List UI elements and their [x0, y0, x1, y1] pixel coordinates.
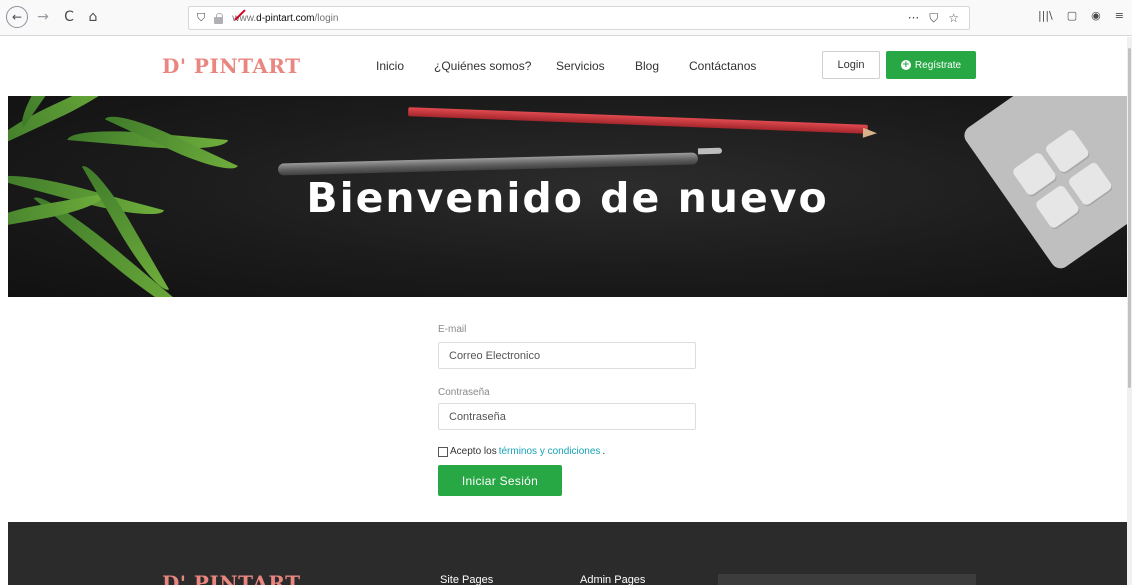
footer-admin-pages-heading: Admin Pages — [580, 574, 646, 585]
nav-link-quienes-somos[interactable]: ¿Quiénes somos? — [434, 59, 531, 73]
insecure-lock-icon[interactable] — [213, 8, 246, 24]
site-logo[interactable]: D' PINTART — [162, 54, 301, 78]
terms-suffix: . — [602, 446, 606, 457]
forward-button[interactable]: → — [34, 6, 52, 28]
account-icon[interactable]: ◉ — [1091, 9, 1101, 22]
email-field[interactable] — [438, 342, 696, 369]
footer-logo[interactable]: D' PINTART — [162, 571, 301, 585]
terms-prefix: Acepto los — [450, 446, 497, 457]
toolbar-right: |||\ ▢ ◉ ≡ — [1038, 9, 1124, 22]
terms-checkbox[interactable] — [438, 446, 448, 457]
home-icon: ⌂ — [88, 9, 98, 25]
browser-toolbar: ← → C ⌂ ⛉ www.d-pintart.com/login ··· ⛉ … — [0, 0, 1132, 36]
site-footer: D' PINTART Site Pages Admin Pages — [8, 522, 1127, 585]
sidebar-icon[interactable]: ▢ — [1067, 9, 1077, 22]
url-bar[interactable]: ⛉ www.d-pintart.com/login ··· ⛉ ☆ — [188, 6, 970, 30]
site-header: D' PINTART Inicio ¿Quiénes somos? Servic… — [0, 37, 1127, 96]
tracking-shield-icon[interactable]: ⛉ — [197, 11, 205, 25]
nav-link-contactanos[interactable]: Contáctanos — [689, 59, 756, 73]
page-actions-icon[interactable]: ··· — [908, 11, 919, 26]
forward-arrow-icon: → — [37, 9, 49, 25]
email-label: E-mail — [438, 324, 467, 335]
url-text[interactable]: www.d-pintart.com/login — [232, 13, 338, 24]
password-field[interactable] — [438, 403, 696, 430]
url-actions: ··· ⛉ ☆ — [908, 11, 959, 26]
hero-title: Bienvenido de nuevo — [306, 174, 829, 222]
gray-pen-image — [277, 152, 699, 176]
back-button[interactable]: ← — [6, 6, 28, 28]
register-button-label: Regístrate — [914, 59, 962, 71]
bookmark-star-icon[interactable]: ☆ — [948, 11, 959, 26]
login-button[interactable]: Login — [822, 51, 880, 79]
plus-circle-icon: + — [900, 60, 911, 70]
reload-icon: C — [64, 9, 74, 25]
password-label: Contraseña — [438, 387, 490, 398]
nav-link-blog[interactable]: Blog — [635, 59, 659, 73]
register-button[interactable]: + Regístrate — [886, 51, 976, 79]
red-pencil-image — [407, 107, 869, 134]
footer-site-pages-heading: Site Pages — [440, 574, 494, 585]
terms-row: Acepto los términos y condiciones . — [438, 446, 605, 457]
footer-panel — [718, 574, 976, 585]
back-arrow-icon: ← — [11, 10, 23, 24]
library-icon[interactable]: |||\ — [1038, 9, 1053, 22]
menu-icon[interactable]: ≡ — [1115, 9, 1124, 22]
terms-link[interactable]: términos y condiciones — [499, 446, 601, 457]
pocket-icon[interactable]: ⛉ — [929, 11, 938, 26]
hero-banner: Bienvenido de nuevo — [8, 96, 1127, 297]
reload-button[interactable]: C — [60, 6, 78, 28]
login-submit-button[interactable]: Iniciar Sesión — [438, 465, 562, 496]
nav-link-servicios[interactable]: Servicios — [556, 59, 605, 73]
home-button[interactable]: ⌂ — [84, 6, 102, 28]
nav-link-inicio[interactable]: Inicio — [376, 59, 404, 73]
page-scrollbar-thumb[interactable] — [1128, 48, 1131, 388]
